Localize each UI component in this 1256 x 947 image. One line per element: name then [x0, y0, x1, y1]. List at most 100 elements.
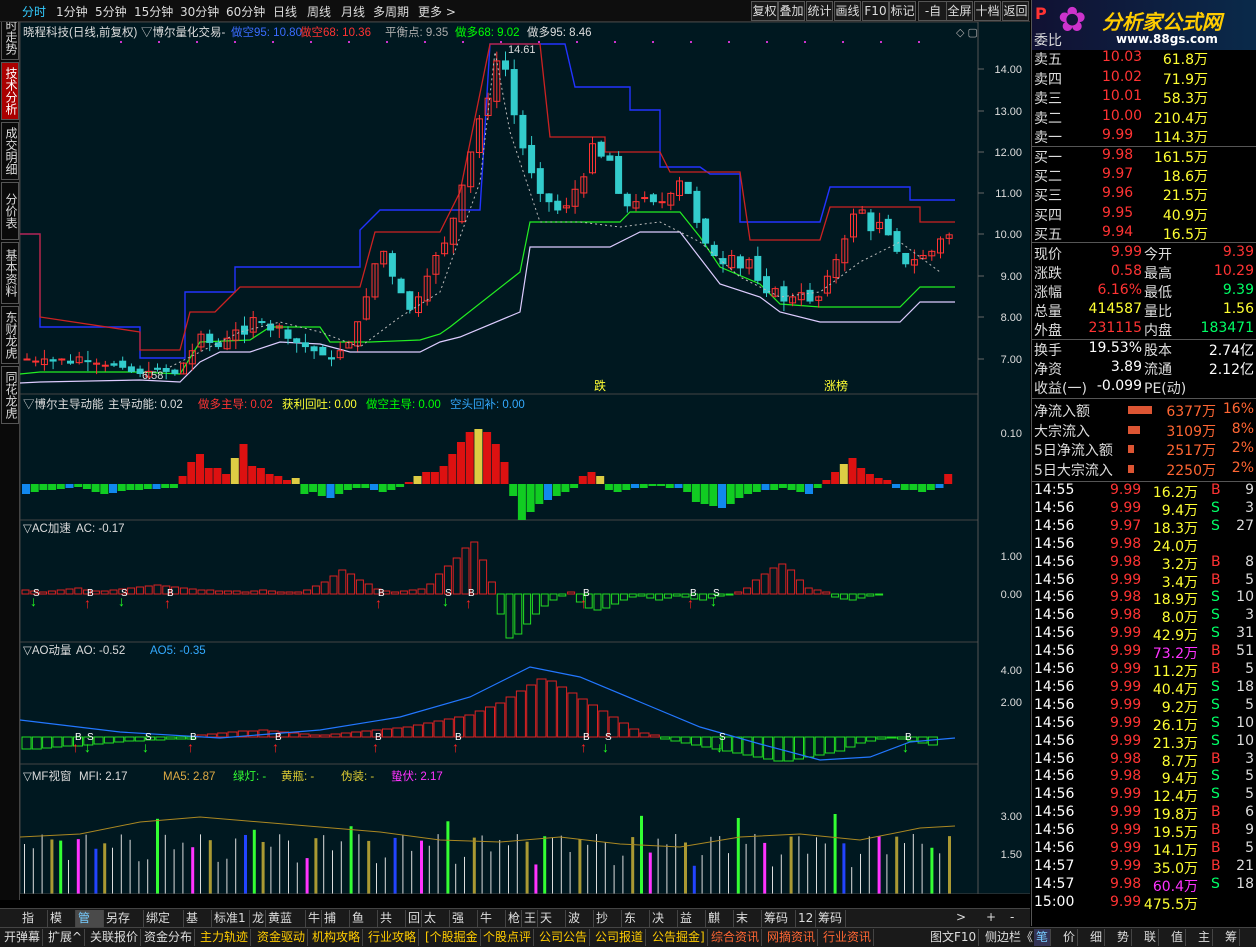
sidebar-item-5[interactable]: 东财龙虎 — [1, 306, 19, 364]
indicator-tab-2[interactable]: 管理 — [76, 910, 104, 942]
indicator-tab-27[interactable]: 筹码1 — [762, 910, 796, 942]
candle-body — [49, 359, 57, 362]
period-tab-6[interactable]: 日线 — [273, 3, 297, 20]
sidebar-item-6[interactable]: 同花龙虎 — [1, 366, 19, 424]
p5-bar — [41, 834, 43, 894]
p2-bar — [222, 474, 231, 484]
indicator-tab-28[interactable]: 12 — [796, 910, 816, 927]
p4-bar — [505, 696, 516, 738]
info-tab-14[interactable]: 网摘资讯 — [765, 929, 819, 946]
sidebar-item-3[interactable]: 分价表 — [1, 182, 19, 240]
toolbar-btn-5[interactable]: 标记 — [889, 1, 916, 21]
indicator-tab-7[interactable]: 龙 — [250, 910, 266, 927]
sidebar-item-2[interactable]: 成交明细 — [1, 122, 19, 180]
tab-scroll-left[interactable]: > — [956, 910, 966, 924]
info-tab-0[interactable]: 开弹幕 — [2, 929, 44, 946]
period-tab-10[interactable]: 更多 > — [418, 3, 456, 20]
info-tab-15[interactable]: 行业资讯 — [821, 929, 875, 946]
indicator-tab-16[interactable]: 牛马 — [478, 910, 506, 942]
period-tab-0[interactable]: 分时 — [22, 3, 46, 20]
toolbar-btn-0[interactable]: 复权 — [751, 1, 778, 21]
info-tab-6[interactable]: 机构攻略 — [310, 929, 364, 946]
p5-bar — [420, 840, 423, 894]
indicator-tab-19[interactable]: 天使 — [538, 910, 566, 942]
indicator-tab-26[interactable]: 末日 — [734, 910, 762, 942]
quote-tab-0[interactable]: 笔 — [1034, 929, 1052, 946]
p4-bar — [567, 692, 578, 738]
indicator-tab-17[interactable]: 枪 — [506, 910, 522, 927]
sidebar-item-4[interactable]: 基本资料 — [1, 242, 19, 304]
indicator-tab-29[interactable]: 筹码 — [816, 910, 846, 927]
indicator-tab-14[interactable]: 太极 — [422, 910, 450, 942]
toolbar-btn-3[interactable]: 画线 — [834, 1, 861, 21]
info-tab-5[interactable]: 资金驱动 — [255, 929, 309, 946]
p4-bar — [93, 736, 104, 745]
indicator-tab-13[interactable]: 回 — [406, 910, 422, 927]
stat2-row-1: 净资 3.89 流通 2.12亿 — [1032, 359, 1256, 378]
indicator-tab-0[interactable]: 指标 — [20, 910, 48, 942]
period-tab-2[interactable]: 5分钟 — [95, 3, 127, 20]
info-tab-16[interactable]: 图文F10 — [928, 929, 980, 946]
indicator-tab-8[interactable]: 黄蓝带 — [266, 910, 306, 942]
info-tab-12[interactable]: 公告掘金] — [650, 929, 708, 946]
indicator-tab-23[interactable]: 决策 — [650, 910, 678, 942]
toolbar-btn-9[interactable]: 返回 — [1002, 1, 1029, 21]
quote-tab-3[interactable]: 势 — [1115, 929, 1133, 946]
toolbar-btn-2[interactable]: 统计 — [806, 1, 833, 21]
quote-tab-1[interactable]: 价 — [1061, 929, 1079, 946]
info-tab-13[interactable]: 综合资讯 — [709, 929, 763, 946]
info-tab-9[interactable]: 个股点评 — [481, 929, 535, 946]
indicator-tab-21[interactable]: 抄底 — [594, 910, 622, 942]
quote-tab-6[interactable]: 主 — [1196, 929, 1214, 946]
indicator-tab-20[interactable]: 波段 — [566, 910, 594, 942]
quote-tab-7[interactable]: 筹 — [1223, 929, 1241, 946]
period-tab-4[interactable]: 30分钟 — [180, 3, 219, 20]
period-tab-8[interactable]: 月线 — [341, 3, 365, 20]
indicator-tab-10[interactable]: 捕捞 — [322, 910, 350, 942]
indicator-tab-12[interactable]: 共振 — [378, 910, 406, 942]
indicator-tab-25[interactable]: 麒龙 — [706, 910, 734, 942]
indicator-tab-15[interactable]: 强势 — [450, 910, 478, 942]
p4-axis-1: 2.00 — [1001, 697, 1022, 709]
info-tab-11[interactable]: 公司报道 — [593, 929, 647, 946]
info-tab-10[interactable]: 公司公告 — [537, 929, 591, 946]
info-tab-8[interactable]: [个股掘金 — [423, 929, 481, 946]
info-tab-1[interactable]: 扩展^ — [46, 929, 86, 946]
indicator-tab-3[interactable]: 另存为 — [104, 910, 144, 942]
period-tab-9[interactable]: 多周期 — [373, 3, 409, 20]
indicator-tab-24[interactable]: 益盟 — [678, 910, 706, 942]
toolbar-btn-7[interactable]: 全屏 — [946, 1, 973, 21]
period-tab-5[interactable]: 60分钟 — [226, 3, 265, 20]
toolbar-btn-6[interactable]: -自选 — [918, 1, 948, 36]
indicator-tab-5[interactable]: 基本 — [184, 910, 212, 942]
indicator-tab-6[interactable]: 标准1 — [212, 910, 250, 927]
tick-time: 14:56 — [1034, 517, 1075, 534]
info-tab-4[interactable]: 主力轨迹 — [198, 929, 252, 946]
quote-tab-2[interactable]: 细 — [1088, 929, 1106, 946]
indicator-tab-22[interactable]: 东方 — [622, 910, 650, 942]
indicator-tab-1[interactable]: 模板 — [48, 910, 76, 942]
info-tab-3[interactable]: 资金分布 — [142, 929, 196, 946]
indicator-tab-4[interactable]: 绑定到 — [144, 910, 184, 942]
toolbar-btn-4[interactable]: F10 — [862, 1, 889, 21]
quote-tab-5[interactable]: 值 — [1169, 929, 1187, 946]
p5-bar — [516, 834, 518, 894]
period-tab-1[interactable]: 1分钟 — [56, 3, 88, 20]
indicator-tab-11[interactable]: 鱼身 — [350, 910, 378, 942]
p4-bar — [474, 710, 485, 738]
period-tab-3[interactable]: 15分钟 — [134, 3, 173, 20]
toolbar-btn-8[interactable]: 十档 — [974, 1, 1001, 21]
indicator-tab-9[interactable]: 牛 — [306, 910, 322, 927]
period-tab-7[interactable]: 周线 — [307, 3, 331, 20]
quote-tab-4[interactable]: 联 — [1142, 929, 1160, 946]
info-tab-7[interactable]: 行业攻略 — [366, 929, 420, 946]
info-tab-2[interactable]: 关联报价 — [88, 929, 142, 946]
tab-add-icon[interactable]: + — [986, 910, 996, 924]
tab-remove-icon[interactable]: - — [1010, 910, 1014, 924]
info-tab-17[interactable]: 侧边栏《 — [983, 929, 1037, 946]
candle-body — [893, 231, 901, 252]
toolbar-btn-1[interactable]: 叠加 — [778, 1, 805, 21]
sidebar-item-1[interactable]: 技术分析 — [1, 62, 19, 120]
chart-area[interactable]: 晓程科技(日线,前复权) ▽博尔量化交易- 做空95: 10.80 做空68: 10.… — [18, 21, 1031, 911]
indicator-tab-18[interactable]: 王 — [522, 910, 538, 927]
